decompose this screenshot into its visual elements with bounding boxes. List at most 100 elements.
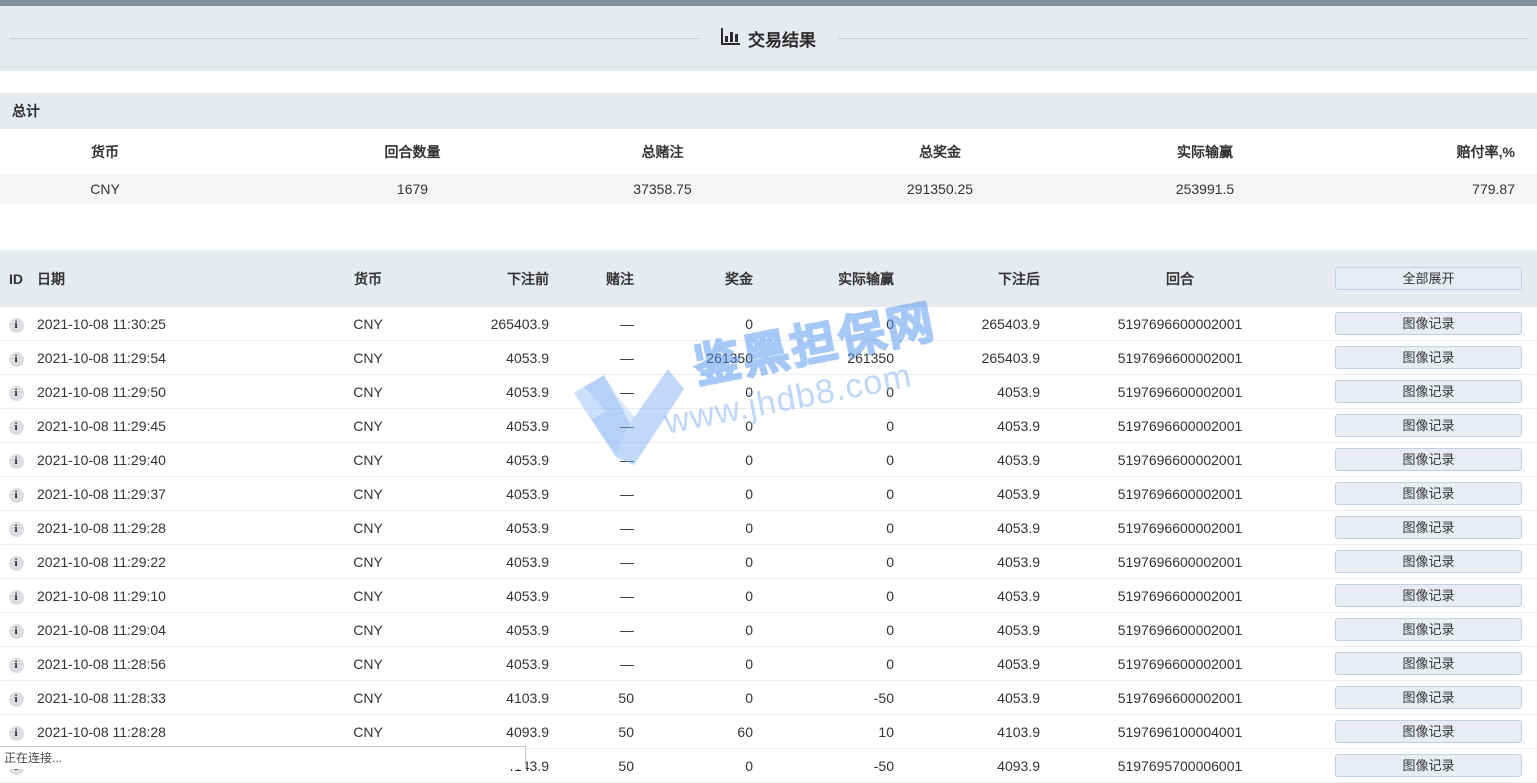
cell-bet-after: 4053.9 (894, 486, 1040, 502)
image-record-button[interactable]: 图像记录 (1335, 720, 1522, 743)
cell-prize: 0 (634, 588, 753, 604)
cell-round: 5197696600002001 (1040, 656, 1320, 672)
cell-date: 2021-10-08 11:29:22 (32, 554, 330, 570)
cell-round: 5197696600002001 (1040, 350, 1320, 366)
cell-bet-before: 4103.9 (406, 690, 549, 706)
cell-bet-before: 4053.9 (406, 418, 549, 434)
cell-bet-after: 4053.9 (894, 418, 1040, 434)
table-row: i 2021-10-08 11:29:22 CNY 4053.9 — 0 0 4… (0, 545, 1537, 579)
image-record-button[interactable]: 图像记录 (1335, 686, 1522, 709)
cell-win-loss: 0 (753, 622, 894, 638)
cell-date: 2021-10-08 11:30:25 (32, 316, 330, 332)
summary-value-row: CNY 1679 37358.75 291350.25 253991.5 779… (0, 174, 1537, 204)
info-icon[interactable]: i (9, 624, 24, 639)
cell-bet-before: 4053.9 (406, 384, 549, 400)
cell-bet: 50 (549, 724, 634, 740)
info-icon[interactable]: i (9, 522, 24, 537)
image-record-button[interactable]: 图像记录 (1335, 380, 1522, 403)
cell-bet-before: 4053.9 (406, 486, 549, 502)
image-record-button[interactable]: 图像记录 (1335, 346, 1522, 369)
table-row: i 2021-10-08 11:29:50 CNY 4053.9 — 0 0 4… (0, 375, 1537, 409)
image-record-button[interactable]: 图像记录 (1335, 516, 1522, 539)
cell-bet-after: 4103.9 (894, 724, 1040, 740)
browser-status-bar: 正在连接... (0, 746, 526, 769)
cell-date: 2021-10-08 11:29:28 (32, 520, 330, 536)
cell-bet-before: 265403.9 (406, 316, 549, 332)
info-icon[interactable]: i (9, 590, 24, 605)
cell-bet: — (549, 316, 634, 332)
cell-round: 5197696600002001 (1040, 554, 1320, 570)
cell-prize: 0 (634, 452, 753, 468)
cell-win-loss: 0 (753, 316, 894, 332)
header-divider-right (838, 38, 1527, 39)
expand-all-button[interactable]: 全部展开 (1335, 267, 1522, 290)
info-icon[interactable]: i (9, 420, 24, 435)
info-icon[interactable]: i (9, 488, 24, 503)
col-currency: 货币 (330, 269, 406, 289)
cell-date: 2021-10-08 11:28:28 (32, 724, 330, 740)
summary-payout-rate: 779.87 (1240, 181, 1537, 197)
cell-bet-before: 4053.9 (406, 452, 549, 468)
cell-currency: CNY (330, 622, 406, 638)
info-icon[interactable]: i (9, 352, 24, 367)
cell-round: 5197696600002001 (1040, 588, 1320, 604)
info-icon[interactable]: i (9, 726, 24, 741)
info-icon[interactable]: i (9, 692, 24, 707)
image-record-button[interactable]: 图像记录 (1335, 312, 1522, 335)
cell-bet-before: 4053.9 (406, 350, 549, 366)
cell-prize: 0 (634, 418, 753, 434)
cell-currency: CNY (330, 520, 406, 536)
cell-bet: — (549, 622, 634, 638)
cell-win-loss: 10 (753, 724, 894, 740)
cell-prize: 0 (634, 486, 753, 502)
cell-currency: CNY (330, 656, 406, 672)
cell-prize: 0 (634, 690, 753, 706)
summary-col-currency: 货币 (0, 142, 210, 162)
cell-bet-after: 4053.9 (894, 554, 1040, 570)
col-round: 回合 (1040, 269, 1320, 289)
cell-bet: — (549, 554, 634, 570)
cell-prize: 0 (634, 758, 753, 774)
info-icon[interactable]: i (9, 658, 24, 673)
cell-round: 5197696600002001 (1040, 520, 1320, 536)
cell-currency: CNY (330, 588, 406, 604)
table-row: i 2021-10-08 11:29:37 CNY 4053.9 — 0 0 4… (0, 477, 1537, 511)
cell-currency: CNY (330, 316, 406, 332)
info-icon[interactable]: i (9, 386, 24, 401)
summary-col-total-bet: 总赌注 (615, 142, 710, 162)
table-row: i 2021-10-08 11:28:33 CNY 4103.9 50 0 -5… (0, 681, 1537, 715)
cell-round: 5197696600002001 (1040, 316, 1320, 332)
summary-currency: CNY (0, 181, 210, 197)
info-icon[interactable]: i (9, 454, 24, 469)
cell-win-loss: -50 (753, 690, 894, 706)
image-record-button[interactable]: 图像记录 (1335, 652, 1522, 675)
cell-bet: 50 (549, 690, 634, 706)
summary-col-win-loss: 实际输赢 (1170, 142, 1240, 162)
cell-bet: — (549, 588, 634, 604)
cell-bet: — (549, 384, 634, 400)
info-icon[interactable]: i (9, 556, 24, 571)
cell-prize: 0 (634, 622, 753, 638)
summary-col-total-prize: 总奖金 (710, 142, 1170, 162)
image-record-button[interactable]: 图像记录 (1335, 754, 1522, 777)
cell-bet: — (549, 486, 634, 502)
cell-bet-after: 4053.9 (894, 384, 1040, 400)
image-record-button[interactable]: 图像记录 (1335, 448, 1522, 471)
cell-bet: 50 (549, 758, 634, 774)
summary-total-bet: 37358.75 (615, 181, 710, 197)
col-date: 日期 (32, 269, 330, 289)
summary-section-label: 总计 (0, 93, 1537, 129)
col-bet: 赌注 (549, 269, 634, 289)
image-record-button[interactable]: 图像记录 (1335, 414, 1522, 437)
image-record-button[interactable]: 图像记录 (1335, 618, 1522, 641)
summary-win-loss: 253991.5 (1170, 181, 1240, 197)
cell-bet-before: 4053.9 (406, 588, 549, 604)
info-icon[interactable]: i (9, 318, 24, 333)
table-row: i 2021-10-08 11:28:56 CNY 4053.9 — 0 0 4… (0, 647, 1537, 681)
cell-bet: — (549, 350, 634, 366)
image-record-button[interactable]: 图像记录 (1335, 482, 1522, 505)
table-row: i 2021-10-08 11:29:04 CNY 4053.9 — 0 0 4… (0, 613, 1537, 647)
image-record-button[interactable]: 图像记录 (1335, 584, 1522, 607)
cell-prize: 0 (634, 316, 753, 332)
image-record-button[interactable]: 图像记录 (1335, 550, 1522, 573)
